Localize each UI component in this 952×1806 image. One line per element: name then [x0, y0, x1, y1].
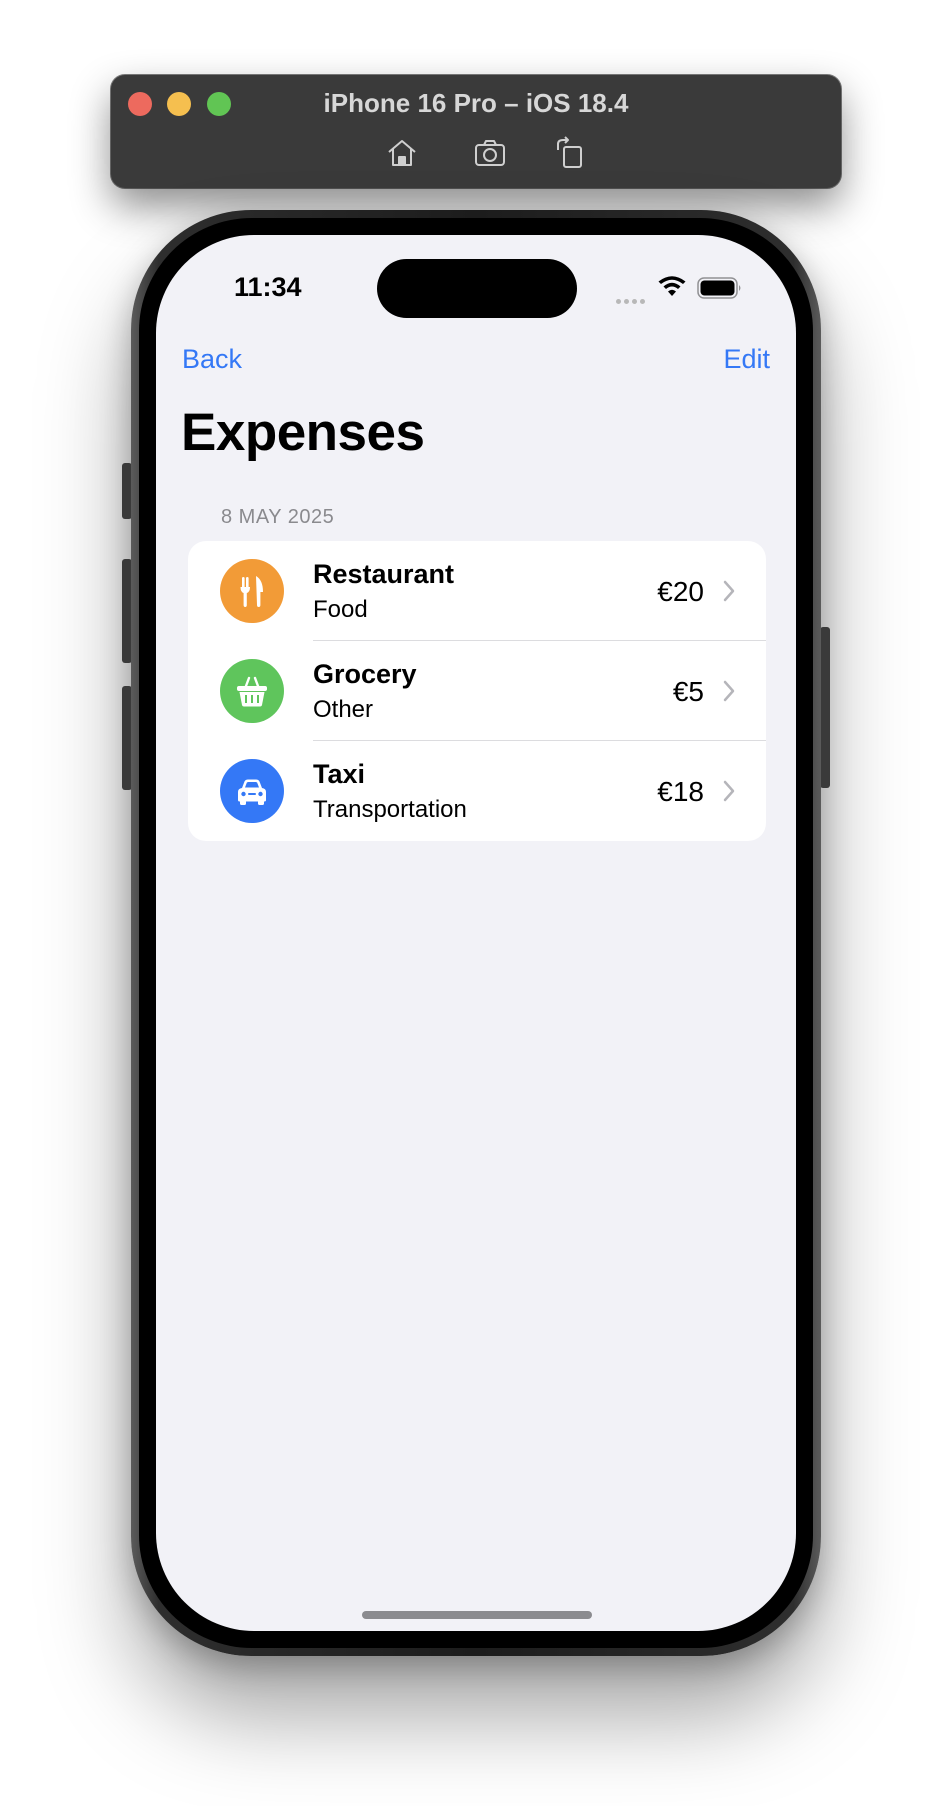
- wifi-icon: [657, 274, 687, 298]
- expense-row-restaurant[interactable]: Restaurant Food €20: [188, 541, 766, 641]
- simulator-title: iPhone 16 Pro – iOS 18.4: [323, 88, 629, 118]
- dynamic-island: [377, 259, 577, 318]
- car-icon: [220, 759, 284, 823]
- status-time: 11:34: [234, 272, 302, 302]
- expense-title: Grocery: [313, 659, 417, 689]
- screenshot-icon[interactable]: [473, 136, 507, 170]
- back-button[interactable]: Back: [182, 344, 242, 375]
- home-indicator[interactable]: [362, 1611, 592, 1619]
- expense-row-taxi[interactable]: Taxi Transportation €18: [188, 741, 766, 841]
- phone-screen: 11:34 Back Edit Expenses 8 MAY 2025 Rest…: [156, 235, 796, 1631]
- basket-icon: [220, 659, 284, 723]
- chevron-right-icon: [722, 679, 736, 703]
- expense-amount: €20: [657, 576, 704, 607]
- battery-icon: [697, 277, 743, 299]
- expense-title: Taxi: [313, 759, 366, 789]
- section-header: 8 MAY 2025: [221, 506, 335, 528]
- expense-amount: €5: [672, 676, 704, 707]
- rotate-icon[interactable]: [553, 136, 587, 170]
- expense-title: Restaurant: [313, 559, 455, 589]
- edit-button[interactable]: Edit: [723, 344, 770, 375]
- expense-category: Other: [313, 696, 374, 723]
- page-title: Expenses: [181, 403, 425, 462]
- cellular-signal-icon: [616, 291, 648, 304]
- expense-category: Food: [313, 596, 368, 623]
- fork-knife-icon: [220, 559, 284, 623]
- side-button[interactable]: [820, 627, 830, 788]
- chevron-right-icon: [722, 779, 736, 803]
- expense-category: Transportation: [313, 796, 467, 823]
- expense-row-grocery[interactable]: Grocery Other €5: [188, 641, 766, 741]
- expense-list: Restaurant Food €20 Grocery Other €5 Tax…: [188, 541, 766, 841]
- chevron-right-icon: [722, 579, 736, 603]
- expense-amount: €18: [657, 776, 704, 807]
- home-icon[interactable]: [385, 136, 419, 170]
